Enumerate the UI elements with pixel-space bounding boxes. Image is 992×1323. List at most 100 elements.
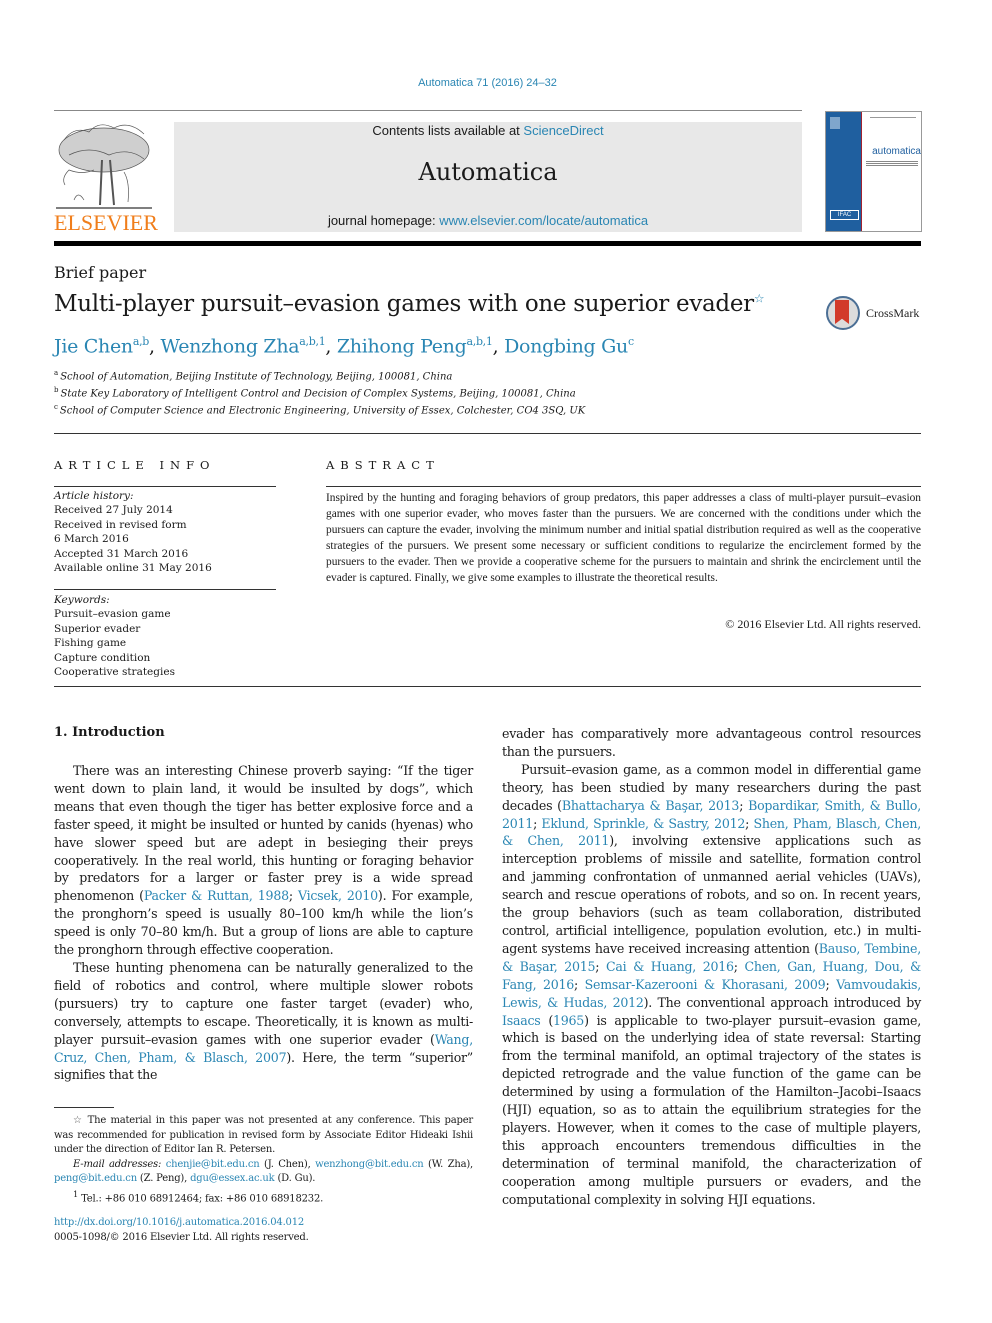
front-matter-bottom-rule [54, 686, 921, 687]
cover-red-line [861, 112, 862, 231]
history-item: 6 March 2016 [54, 533, 129, 546]
cover-title: automatica [872, 146, 921, 157]
abstract-copyright: © 2016 Elsevier Ltd. All rights reserved… [725, 617, 921, 631]
affiliation-mark: c [54, 403, 58, 411]
email-link[interactable]: wenzhong@bit.edu.cn [315, 1159, 424, 1170]
article-info-heading: ARTICLE INFO [54, 458, 216, 472]
keyword: Fishing game [54, 637, 127, 650]
paragraph: Pursuit–evasion game, as a common model … [502, 761, 921, 1209]
crossmark-badge[interactable]: CrossMark [826, 296, 926, 332]
history-item: Received in revised form [54, 518, 187, 531]
citation-separator: ; [825, 976, 837, 992]
author-link[interactable]: Zhihong Peng [337, 335, 467, 357]
citation-link[interactable]: Eklund, Sprinkle, & Sastry, 2012 [541, 816, 745, 831]
affiliation-mark: b [54, 386, 59, 394]
email-label: E-mail addresses: [73, 1158, 166, 1170]
affiliation-text: State Key Laboratory of Intelligent Cont… [60, 388, 576, 400]
paragraph-text: ( [540, 1012, 553, 1028]
citation-link[interactable]: Vicsek, 2010 [298, 888, 378, 903]
header-thick-rule [54, 241, 921, 246]
email-owner: (W. Zha), [423, 1158, 474, 1170]
email-owner: (J. Chen), [259, 1158, 316, 1170]
author-link[interactable]: Wenzhong Zha [161, 335, 300, 357]
journal-reference-link[interactable]: Automatica 71 (2016) 24–32 [418, 77, 557, 89]
paragraph: evader has comparatively more advantageo… [502, 726, 921, 759]
contents-line: Contents lists available at ScienceDirec… [174, 123, 802, 138]
article-history-label: Article history: [54, 490, 134, 502]
abstract-rule [326, 486, 921, 487]
keywords-label: Keywords: [54, 594, 110, 606]
paragraph: There was an interesting Chinese proverb… [54, 762, 473, 959]
abstract-text: Inspired by the hunting and foraging beh… [326, 492, 921, 584]
journal-cover-thumbnail[interactable]: automatica IFAC [825, 111, 922, 232]
email-link[interactable]: peng@bit.edu.cn [54, 1173, 137, 1184]
email-owner: (Z. Peng), [136, 1173, 191, 1185]
journal-title: Automatica [418, 158, 558, 186]
article-history: Article history: Received 27 July 2014 R… [54, 489, 276, 575]
keywords: Keywords: Pursuit–evasion game Superior … [54, 593, 276, 679]
citation-separator: ; [288, 888, 298, 904]
article-title-text: Multi-player pursuit–evasion games with … [54, 291, 754, 317]
cover-ifac-badge: IFAC [830, 210, 859, 220]
article-info-rule [54, 486, 276, 487]
article-type: Brief paper [54, 263, 147, 282]
footnote-one: 1 Tel.: +86 010 68912464; fax: +86 010 6… [54, 1187, 473, 1207]
paragraph-text: ), involving extensive applications such… [502, 833, 921, 956]
email-link[interactable]: dgu@essex.ac.uk [190, 1173, 275, 1184]
contents-prefix: Contents lists available at [372, 123, 524, 138]
author-affil-sup[interactable]: a,b [133, 335, 150, 348]
homepage-prefix: journal homepage: [327, 213, 440, 228]
author-affil-sup[interactable]: a,b,1 [299, 335, 325, 348]
citation-link[interactable]: Cai & Huang, 2016 [606, 959, 734, 974]
article-title: Multi-player pursuit–evasion games with … [54, 291, 765, 317]
journal-reference[interactable]: Automatica 71 (2016) 24–32 [0, 77, 975, 89]
body-right-column: evader has comparatively more advantageo… [502, 725, 921, 1208]
author-affil-sup[interactable]: a,b,1 [466, 335, 492, 348]
citation-link[interactable]: Bhattacharya & Başar, 2013 [562, 798, 740, 813]
keyword: Capture condition [54, 651, 151, 664]
title-footnote-star-icon[interactable]: ☆ [754, 291, 765, 305]
paragraph-text: ). The conventional approach introduced … [643, 994, 922, 1010]
keywords-rule [54, 589, 276, 590]
sciencedirect-link[interactable]: ScienceDirect [523, 123, 603, 138]
footnote-text: The material in this paper was not prese… [54, 1115, 474, 1156]
cover-subtitle-lines [866, 160, 918, 166]
footnote-emails: E-mail addresses: chenjie@bit.edu.cn (J.… [54, 1158, 473, 1187]
paragraph-text: There was an interesting Chinese proverb… [54, 763, 473, 904]
elsevier-wordmark: ELSEVIER [54, 210, 158, 235]
elsevier-tree-logo [56, 124, 152, 209]
citation-link[interactable]: Semsar-Kazerooni & Khorasani, 2009 [585, 977, 826, 992]
doi-block: http://dx.doi.org/10.1016/j.automatica.2… [54, 1215, 309, 1245]
abstract-heading: ABSTRACT [326, 458, 440, 472]
affiliation: c School of Computer Science and Electron… [54, 403, 585, 416]
author-link[interactable]: Jie Chen [54, 335, 133, 357]
author-separator: , [149, 335, 161, 358]
history-item: Available online 31 May 2016 [54, 562, 212, 575]
author-list: Jie Chena,b, Wenzhong Zhaa,b,1, Zhihong … [54, 335, 634, 357]
author-affil-sup[interactable]: c [628, 335, 634, 348]
journal-homepage-line: journal homepage: www.elsevier.com/locat… [174, 213, 802, 228]
citation-link[interactable]: Packer & Ruttan, 1988 [144, 888, 289, 903]
footnote-star-icon: ☆ [73, 1115, 84, 1126]
header-rule [54, 110, 802, 111]
citation-year-link[interactable]: 1965 [553, 1013, 584, 1028]
homepage-link[interactable]: www.elsevier.com/locate/automatica [439, 213, 648, 228]
email-owner: (D. Gu). [274, 1173, 316, 1185]
author-separator: , [492, 335, 505, 358]
section-heading-introduction: 1. Introduction [54, 725, 165, 740]
footnotes: ☆ The material in this paper was not pre… [54, 1114, 473, 1207]
email-link[interactable]: chenjie@bit.edu.cn [166, 1159, 260, 1170]
affiliation-mark: a [54, 369, 59, 377]
author-link[interactable]: Dongbing Gu [504, 335, 628, 357]
doi-link[interactable]: http://dx.doi.org/10.1016/j.automatica.2… [54, 1217, 304, 1228]
keyword: Pursuit–evasion game [54, 608, 171, 621]
history-item: Received 27 July 2014 [54, 504, 173, 517]
affiliation: a School of Automation, Beijing Institute… [54, 369, 452, 382]
citation-link[interactable]: Isaacs [502, 1013, 541, 1028]
affiliation-text: School of Automation, Beijing Institute … [60, 371, 453, 383]
paragraph-text: ) is applicable to two-player pursuit–ev… [502, 1012, 921, 1207]
citation-separator: ; [733, 958, 745, 974]
keyword: Superior evader [54, 622, 141, 635]
paragraph-text: These hunting phenomena can be naturally… [54, 959, 473, 1047]
footnote-star: ☆ The material in this paper was not pre… [54, 1114, 473, 1158]
